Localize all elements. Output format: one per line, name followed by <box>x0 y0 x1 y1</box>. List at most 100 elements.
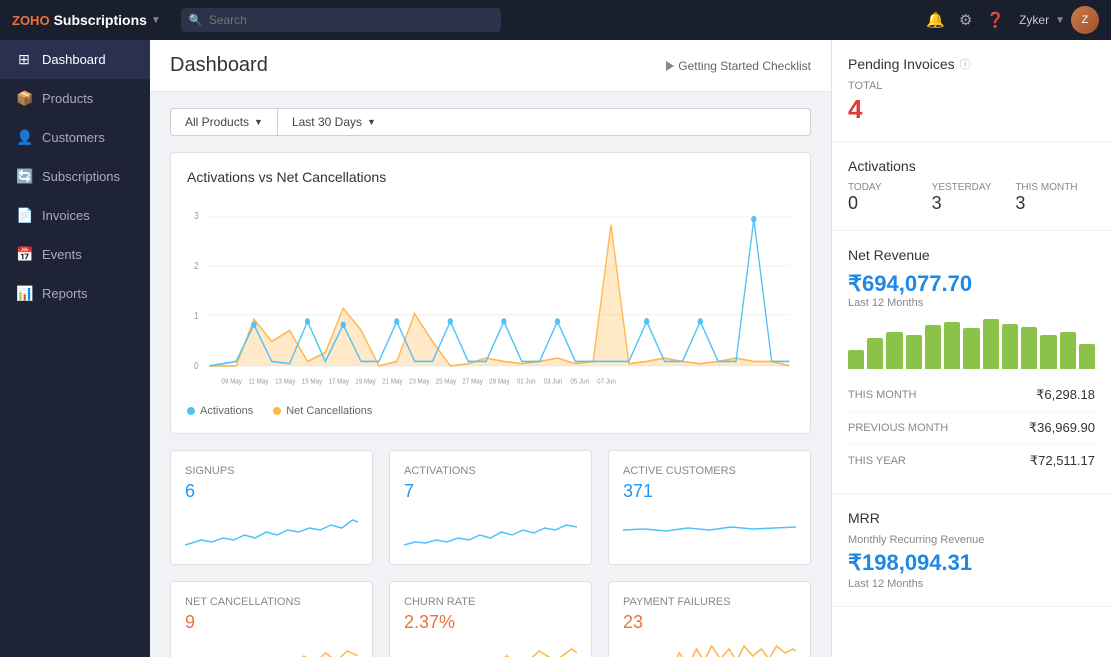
active-customers-value: 371 <box>623 481 796 502</box>
sidebar-item-customers[interactable]: 👤 Customers <box>0 118 150 157</box>
svg-text:01 Jun: 01 Jun <box>517 378 536 386</box>
payment-failures-label: Payment Failures <box>623 596 796 608</box>
sidebar: ⊞ Dashboard 📦 Products 👤 Customers 🔄 Sub… <box>0 40 150 657</box>
bar-mini-2 <box>886 332 902 370</box>
pending-invoices-section: Pending Invoices ⓘ TOTAL 4 <box>832 40 1111 142</box>
events-icon: 📅 <box>16 246 32 263</box>
churn-rate-value: 2.37% <box>404 612 577 633</box>
product-filter-label: All Products <box>185 115 249 129</box>
sidebar-item-reports[interactable]: 📊 Reports <box>0 274 150 313</box>
products-icon: 📦 <box>16 90 32 107</box>
chart-area: 3 2 1 0 <box>187 197 794 397</box>
signups-value: 6 <box>185 481 358 502</box>
act-month-label: THIS MONTH <box>1015 182 1095 193</box>
net-cancellations-sparkline <box>185 641 358 657</box>
act-month: THIS MONTH 3 <box>1015 182 1095 214</box>
invoices-icon: 📄 <box>16 207 32 224</box>
svg-text:13 May: 13 May <box>275 378 296 386</box>
sidebar-item-dashboard[interactable]: ⊞ Dashboard <box>0 40 150 79</box>
topbar: ZOHO Subscriptions ▼ 🔍 🔔 ⚙ ❓ Zyker ▼ Z <box>0 0 1111 40</box>
search-container: 🔍 <box>181 8 501 32</box>
net-revenue-period: Last 12 Months <box>848 297 1095 309</box>
user-menu[interactable]: Zyker ▼ Z <box>1019 6 1099 34</box>
bar-mini-6 <box>963 328 979 369</box>
brand-chevron: ▼ <box>151 15 161 26</box>
customers-icon: 👤 <box>16 129 32 146</box>
content-header: Dashboard Getting Started Checklist <box>150 40 831 92</box>
stats-grid: Signups 6 Activations 7 Active Custo <box>170 450 811 657</box>
sidebar-item-invoices[interactable]: 📄 Invoices <box>0 196 150 235</box>
prev-month-label: PREVIOUS MONTH <box>848 422 948 434</box>
product-filter[interactable]: All Products ▼ <box>170 108 278 136</box>
activations-label: Activations <box>404 465 577 477</box>
this-year-value: ₹72,511.17 <box>1030 453 1095 469</box>
sidebar-item-events[interactable]: 📅 Events <box>0 235 150 274</box>
sidebar-label-invoices: Invoices <box>42 208 90 223</box>
right-panel: Pending Invoices ⓘ TOTAL 4 Activations T… <box>831 40 1111 657</box>
topbar-actions: 🔔 ⚙ ❓ Zyker ▼ Z <box>926 6 1099 34</box>
act-today: TODAY 0 <box>848 182 928 214</box>
legend-cancellations: Net Cancellations <box>273 405 372 417</box>
svg-text:21 May: 21 May <box>382 378 403 386</box>
bar-mini-3 <box>906 335 922 369</box>
search-input[interactable] <box>181 8 501 32</box>
main-layout: ⊞ Dashboard 📦 Products 👤 Customers 🔄 Sub… <box>0 40 1111 657</box>
svg-text:23 May: 23 May <box>409 378 430 386</box>
bar-mini-4 <box>925 325 941 369</box>
mrr-section: MRR Monthly Recurring Revenue ₹198,094.3… <box>832 494 1111 607</box>
reports-icon: 📊 <box>16 285 32 302</box>
stat-card-active-customers: Active Customers 371 <box>608 450 811 565</box>
legend-activations: Activations <box>187 405 253 417</box>
bar-mini-5 <box>944 322 960 369</box>
sidebar-label-subscriptions: Subscriptions <box>42 169 120 184</box>
chart-title: Activations vs Net Cancellations <box>187 169 794 185</box>
act-month-value: 3 <box>1015 193 1095 214</box>
settings-button[interactable]: ⚙ <box>959 11 972 29</box>
cancellations-dot <box>273 407 281 415</box>
stat-card-net-cancellations: Net Cancellations 9 <box>170 581 373 657</box>
sidebar-item-products[interactable]: 📦 Products <box>0 79 150 118</box>
active-customers-sparkline <box>623 510 796 550</box>
zoho-logo: ZOHO <box>12 13 50 28</box>
user-chevron: ▼ <box>1055 15 1065 26</box>
chart-legend: Activations Net Cancellations <box>187 405 794 417</box>
avatar: Z <box>1071 6 1099 34</box>
prev-month-value: ₹36,969.90 <box>1029 420 1095 436</box>
chart-svg: 3 2 1 0 <box>187 197 794 397</box>
svg-text:1: 1 <box>194 310 198 321</box>
brand-name: Subscriptions <box>54 12 147 28</box>
act-today-label: TODAY <box>848 182 928 193</box>
stat-card-signups: Signups 6 <box>170 450 373 565</box>
period-filter-chevron: ▼ <box>367 117 376 127</box>
search-icon: 🔍 <box>189 14 203 27</box>
dashboard-icon: ⊞ <box>16 51 32 68</box>
signups-label: Signups <box>185 465 358 477</box>
stat-card-payment-failures: Payment Failures 23 <box>608 581 811 657</box>
legend-cancellations-label: Net Cancellations <box>286 405 372 417</box>
bar-mini-11 <box>1060 332 1076 370</box>
notifications-button[interactable]: 🔔 <box>926 11 945 29</box>
svg-text:07 Jun: 07 Jun <box>597 378 616 386</box>
net-cancellations-value: 9 <box>185 612 358 633</box>
churn-rate-sparkline <box>404 641 577 657</box>
svg-text:0: 0 <box>194 360 198 371</box>
help-button[interactable]: ❓ <box>986 11 1005 29</box>
getting-started-link[interactable]: Getting Started Checklist <box>666 59 811 73</box>
content-body: All Products ▼ Last 30 Days ▼ Activation… <box>150 92 831 657</box>
main-content: Dashboard Getting Started Checklist All … <box>150 40 831 657</box>
pending-invoices-label: Pending Invoices <box>848 56 955 72</box>
churn-rate-label: Churn Rate <box>404 596 577 608</box>
period-filter-label: Last 30 Days <box>292 115 362 129</box>
username: Zyker <box>1019 13 1049 27</box>
sidebar-label-customers: Customers <box>42 130 105 145</box>
getting-started-label: Getting Started Checklist <box>678 59 811 73</box>
mrr-title: MRR <box>848 510 1095 526</box>
pending-invoices-total-label: TOTAL <box>848 80 1095 92</box>
payment-failures-value: 23 <box>623 612 796 633</box>
sidebar-item-subscriptions[interactable]: 🔄 Subscriptions <box>0 157 150 196</box>
activations-chart-section: Activations vs Net Cancellations 3 2 1 0 <box>170 152 811 434</box>
activations-value: 7 <box>404 481 577 502</box>
period-filter[interactable]: Last 30 Days ▼ <box>278 108 811 136</box>
act-yesterday-value: 3 <box>932 193 1012 214</box>
pending-invoices-info-icon[interactable]: ⓘ <box>960 56 971 72</box>
